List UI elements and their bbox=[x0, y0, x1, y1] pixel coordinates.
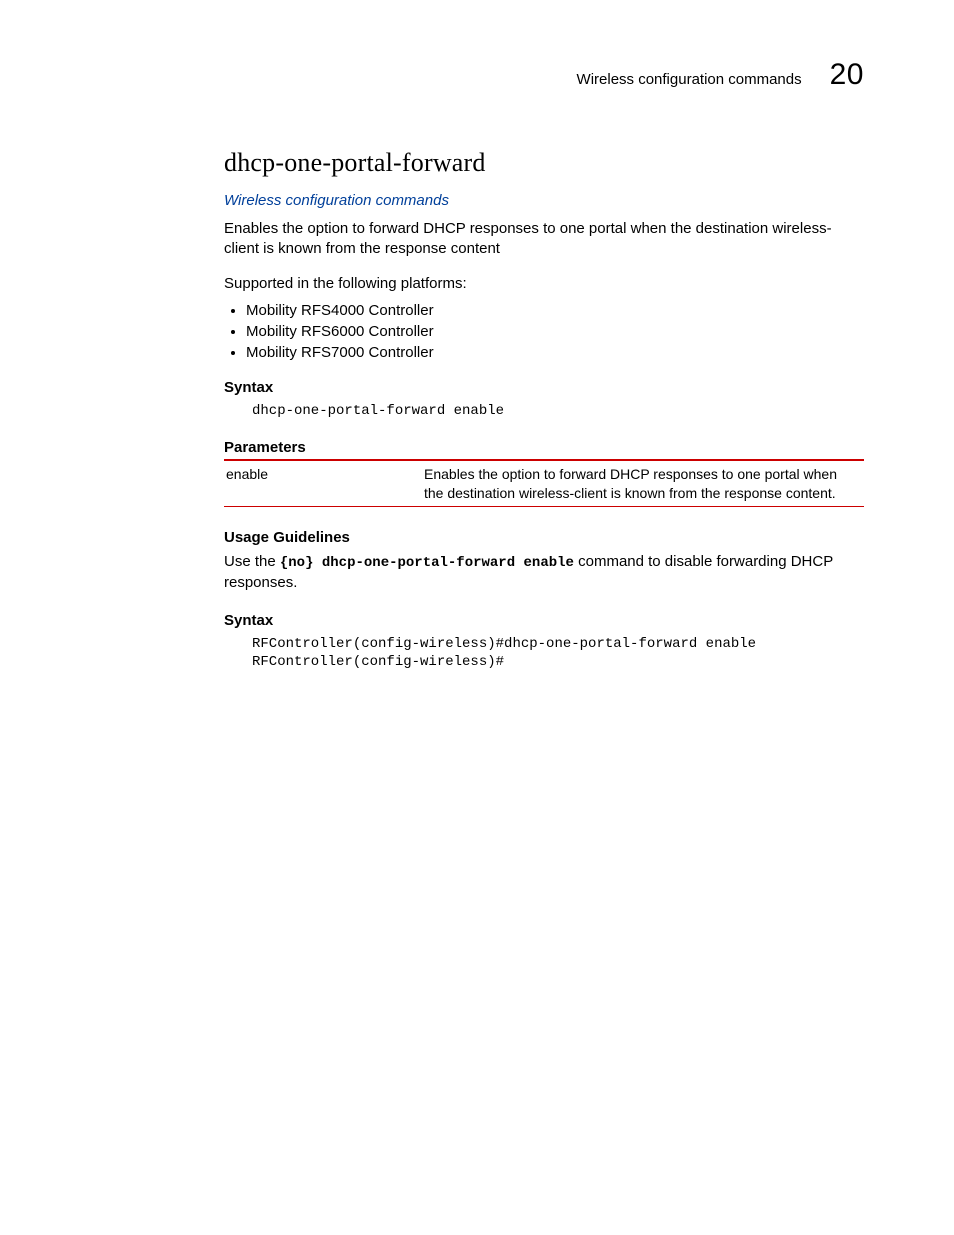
usage-pre: Use the bbox=[224, 553, 280, 570]
list-item: Mobility RFS6000 Controller bbox=[246, 323, 864, 340]
param-name: enable bbox=[224, 461, 422, 507]
section-name: Wireless configuration commands bbox=[577, 71, 802, 88]
running-header: Wireless configuration commands 20 bbox=[224, 58, 864, 92]
syntax-heading: Syntax bbox=[224, 379, 864, 396]
page: Wireless configuration commands 20 dhcp-… bbox=[0, 0, 954, 750]
supported-label: Supported in the following platforms: bbox=[224, 274, 864, 294]
usage-text: Use the {no} dhcp-one-portal-forward ena… bbox=[224, 552, 864, 593]
cross-reference-link[interactable]: Wireless configuration commands bbox=[224, 192, 864, 209]
usage-heading: Usage Guidelines bbox=[224, 529, 864, 546]
param-desc: Enables the option to forward DHCP respo… bbox=[422, 461, 864, 507]
list-item: Mobility RFS7000 Controller bbox=[246, 344, 864, 361]
command-title: dhcp-one-portal-forward bbox=[224, 148, 864, 178]
list-item: Mobility RFS4000 Controller bbox=[246, 302, 864, 319]
syntax-code: dhcp-one-portal-forward enable bbox=[252, 402, 864, 421]
syntax-heading-2: Syntax bbox=[224, 612, 864, 629]
chapter-number: 20 bbox=[830, 58, 864, 92]
table-row: enable Enables the option to forward DHC… bbox=[224, 461, 864, 507]
intro-paragraph: Enables the option to forward DHCP respo… bbox=[224, 219, 864, 260]
parameters-heading: Parameters bbox=[224, 439, 864, 456]
syntax-code-2: RFController(config-wireless)#dhcp-one-p… bbox=[252, 635, 864, 673]
parameters-table: enable Enables the option to forward DHC… bbox=[224, 459, 864, 508]
platform-list: Mobility RFS4000 Controller Mobility RFS… bbox=[224, 302, 864, 361]
usage-code: {no} dhcp-one-portal-forward enable bbox=[280, 555, 574, 571]
